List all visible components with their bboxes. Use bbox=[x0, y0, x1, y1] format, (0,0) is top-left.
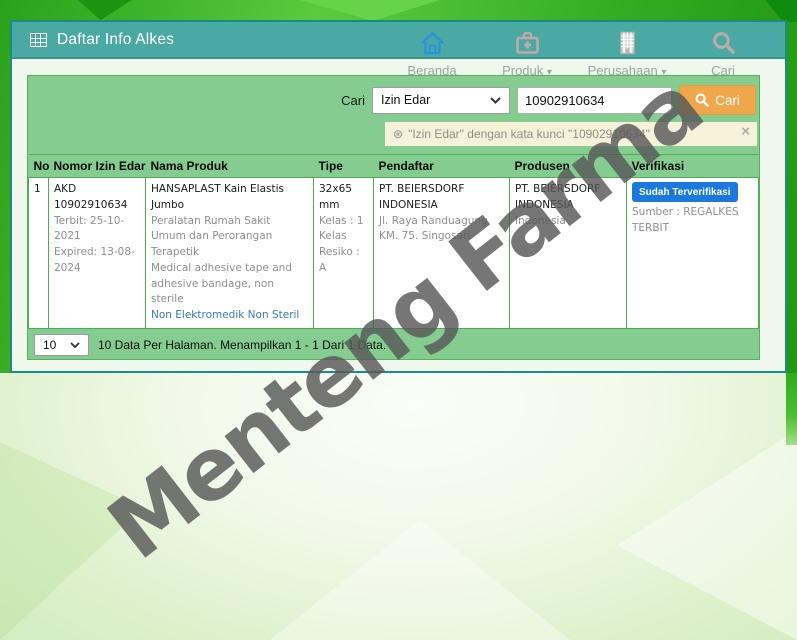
cell-nama-produk: HANSAPLAST Kain Elastis Jumbo Peralatan … bbox=[145, 177, 314, 329]
chevron-down-icon bbox=[70, 342, 80, 348]
product-description: Medical adhesive tape and adhesive banda… bbox=[151, 261, 292, 306]
pendaftar-name: PT. BEIERSDORF INDONESIA bbox=[379, 183, 465, 211]
cell-pendaftar: PT. BEIERSDORF INDONESIA Jl. Raya Randua… bbox=[373, 177, 510, 329]
search-filter-select[interactable]: Izin Edar bbox=[372, 86, 510, 114]
cell-nomor-izin-edar: AKD 10902910634 Terbit: 25-10-2021 Expir… bbox=[48, 177, 146, 329]
cell-produsen: PT. BEIERSDORF INDONESIA Indonesia bbox=[509, 177, 627, 329]
search-button-label: Cari bbox=[715, 92, 740, 108]
izin-expired: Expired: 13-08-2024 bbox=[54, 246, 135, 274]
izin-number: AKD 10902910634 bbox=[54, 183, 128, 211]
tipe-kelas: Kelas : 1 bbox=[319, 214, 364, 227]
cell-no: 1 bbox=[28, 177, 49, 329]
search-label: Cari bbox=[341, 92, 365, 108]
verifikasi-source: Sumber : REGALKES TERBIT bbox=[632, 206, 739, 234]
cell-tipe: 32x65 mm Kelas : 1 Kelas Resiko : A bbox=[313, 177, 374, 329]
tipe-value: 32x65 mm bbox=[319, 183, 352, 211]
tipe-kelas-resiko: Kelas Resiko : A bbox=[319, 230, 360, 274]
search-icon bbox=[668, 27, 778, 56]
verified-status-badge[interactable]: Sudah Terverifikasi bbox=[632, 182, 738, 202]
col-header-no: No bbox=[28, 154, 50, 178]
page: Daftar Info Alkes Beranda Produk ▾ Perus… bbox=[0, 0, 797, 640]
background-facet bbox=[786, 373, 797, 445]
per-page-value: 10 bbox=[43, 337, 57, 352]
table-grid-icon bbox=[30, 32, 47, 47]
col-header-produsen: Produsen bbox=[509, 154, 627, 178]
cell-verifikasi: Sudah Terverifikasi Sumber : REGALKES TE… bbox=[626, 177, 759, 329]
main-panel: Daftar Info Alkes Beranda Produk ▾ Perus… bbox=[10, 20, 787, 373]
search-icon bbox=[695, 93, 709, 107]
izin-terbit: Terbit: 25-10-2021 bbox=[54, 214, 125, 243]
nav-item-beranda[interactable]: Beranda bbox=[377, 27, 487, 78]
nav-item-cari[interactable]: Cari bbox=[668, 27, 778, 78]
col-header-tipe: Tipe bbox=[313, 154, 374, 178]
nav-item-perusahaan[interactable]: Perusahaan ▾ bbox=[572, 27, 682, 78]
pagination-summary: 10 Data Per Halaman. Menampilkan 1 - 1 D… bbox=[98, 337, 387, 352]
search-result-alert: ⊛ "Izin Edar" dengan kata kunci "1090291… bbox=[385, 122, 757, 146]
content-container: Cari Izin Edar Cari ⊛ "Izin Edar" dengan… bbox=[27, 75, 760, 360]
col-header-pendaftar: Pendaftar bbox=[373, 154, 510, 178]
page-title: Daftar Info Alkes bbox=[57, 30, 175, 48]
table-row: 1 AKD 10902910634 Terbit: 25-10-2021 Exp… bbox=[28, 177, 759, 329]
alert-row: ⊛ "Izin Edar" dengan kata kunci "1090291… bbox=[28, 115, 759, 146]
product-category: Peralatan Rumah Sakit Umum dan Peroranga… bbox=[151, 214, 273, 259]
close-icon[interactable]: × bbox=[741, 124, 750, 139]
product-type-link[interactable]: Non Elektromedik Non Steril bbox=[151, 308, 308, 324]
chevron-down-icon bbox=[490, 96, 501, 104]
pendaftar-address: Jl. Raya Randuagung KM. 75. Singosari bbox=[379, 214, 488, 243]
search-filter-value: Izin Edar bbox=[381, 93, 431, 107]
building-icon bbox=[572, 27, 682, 56]
col-header-nomor-izin-edar: Nomor Izin Edar bbox=[48, 154, 146, 178]
circled-asterisk-icon: ⊛ bbox=[393, 127, 404, 141]
search-input[interactable] bbox=[517, 86, 672, 114]
search-button[interactable]: Cari bbox=[679, 85, 756, 115]
per-page-select[interactable]: 10 bbox=[34, 333, 89, 356]
produsen-country: Indonesia bbox=[515, 214, 566, 227]
medical-kit-icon bbox=[472, 27, 582, 56]
product-name: HANSAPLAST Kain Elastis Jumbo bbox=[151, 183, 285, 211]
col-header-nama-produk: Nama Produk bbox=[145, 154, 314, 178]
nav-item-produk[interactable]: Produk ▾ bbox=[472, 27, 582, 78]
table-header-row: No Nomor Izin Edar Nama Produk Tipe Pend… bbox=[28, 154, 759, 178]
results-table: No Nomor Izin Edar Nama Produk Tipe Pend… bbox=[28, 154, 759, 329]
alert-text: "Izin Edar" dengan kata kunci "109029106… bbox=[408, 127, 650, 141]
pagination-bar: 10 10 Data Per Halaman. Menampilkan 1 - … bbox=[28, 329, 759, 356]
home-icon bbox=[377, 27, 487, 56]
col-header-verifikasi: Verifikasi bbox=[626, 154, 759, 178]
search-bar: Cari Izin Edar Cari bbox=[28, 76, 759, 115]
produsen-name: PT. BEIERSDORF INDONESIA bbox=[515, 183, 601, 211]
